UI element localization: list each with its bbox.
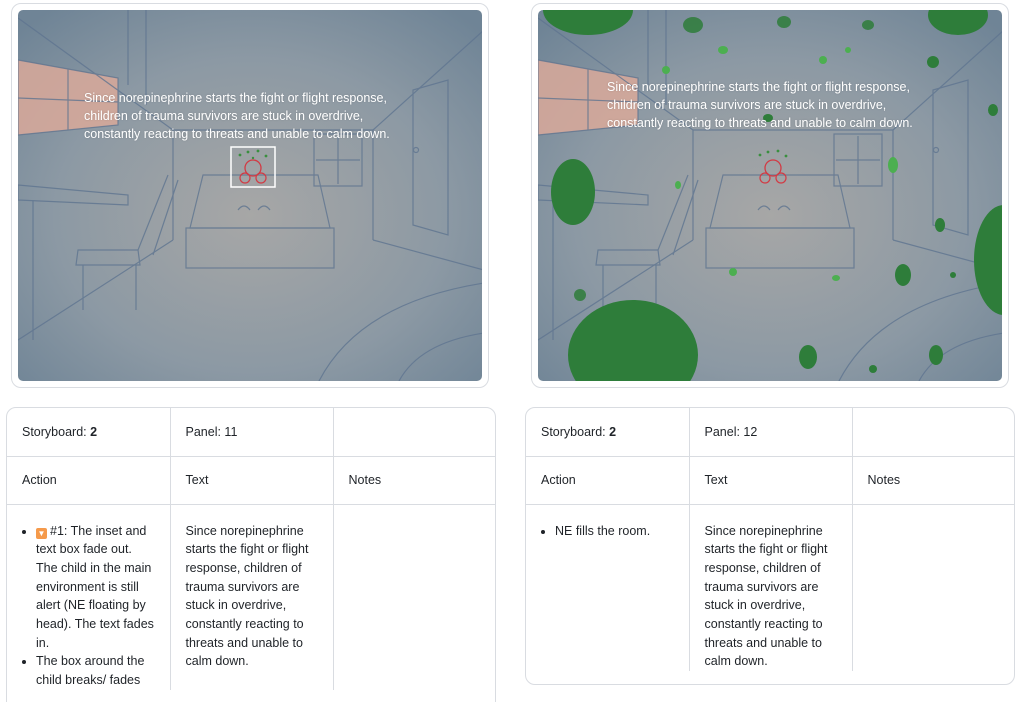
storyboard-number: 2 — [609, 424, 617, 439]
panel-number-cell: Panel: 11 — [170, 408, 334, 457]
bedroom-scene-11 — [18, 10, 482, 381]
storyboard-cell: Storyboard: 2 — [526, 408, 690, 457]
panel-12-overlay-caption: Since norepinephrine starts the fight or… — [607, 80, 913, 130]
action-item-text: #1: The inset and text box fade out. The… — [36, 523, 154, 650]
storyboard-cell: Storyboard: 2 — [7, 408, 171, 457]
notes-cell — [852, 504, 1014, 671]
notes-header: Notes — [852, 456, 1014, 505]
down-arrow-emoji-icon: ▼ — [36, 527, 47, 539]
empty-header-cell — [852, 408, 1014, 457]
action-list: ▼#1: The inset and text box fade out. Th… — [22, 522, 155, 690]
text-cell: Since norepinephrine starts the fight or… — [170, 504, 334, 690]
text-header: Text — [689, 456, 853, 505]
action-item-text: NE fills the room. — [555, 523, 651, 538]
panel-11-details-table: Storyboard: 2 Panel: 11 Action Text Note… — [6, 407, 496, 702]
action-list: NE fills the room. — [541, 522, 674, 541]
panel-12-illustration: Since norepinephrine starts the fight or… — [538, 10, 1002, 381]
action-item: ▼#1: The inset and text box fade out. Th… — [36, 522, 155, 653]
panel-12-image-card[interactable]: Since norepinephrine starts the fight or… — [531, 3, 1009, 388]
action-item: The box around the child breaks/ fades — [36, 652, 155, 689]
panel-number-cell: Panel: 12 — [689, 408, 853, 457]
bedroom-scene-12 — [538, 10, 1002, 381]
action-item-text: The box around the child breaks/ fades — [36, 654, 145, 688]
action-item: NE fills the room. — [555, 522, 674, 541]
panel-12-details-table: Storyboard: 2 Panel: 12 Action Text Note… — [525, 407, 1015, 685]
panel-11-overlay-caption: Since norepinephrine starts the fight or… — [84, 91, 390, 141]
action-cell: NE fills the room. — [526, 504, 690, 672]
text-cell: Since norepinephrine starts the fight or… — [689, 504, 853, 672]
action-header: Action — [526, 456, 690, 505]
storyboard-number: 2 — [90, 424, 98, 439]
storyboard-page: Since norepinephrine starts the fight or… — [0, 0, 1029, 702]
storyboard-label: Storyboard: — [541, 424, 610, 439]
notes-cell — [333, 504, 495, 690]
empty-header-cell — [333, 408, 495, 457]
panel-11-illustration: Since norepinephrine starts the fight or… — [18, 10, 482, 381]
storyboard-label: Storyboard: — [22, 424, 91, 439]
panel-11-image-card[interactable]: Since norepinephrine starts the fight or… — [11, 3, 489, 388]
action-header: Action — [7, 456, 171, 505]
action-cell: ▼#1: The inset and text box fade out. Th… — [7, 504, 171, 690]
notes-header: Notes — [333, 456, 495, 505]
text-header: Text — [170, 456, 334, 505]
